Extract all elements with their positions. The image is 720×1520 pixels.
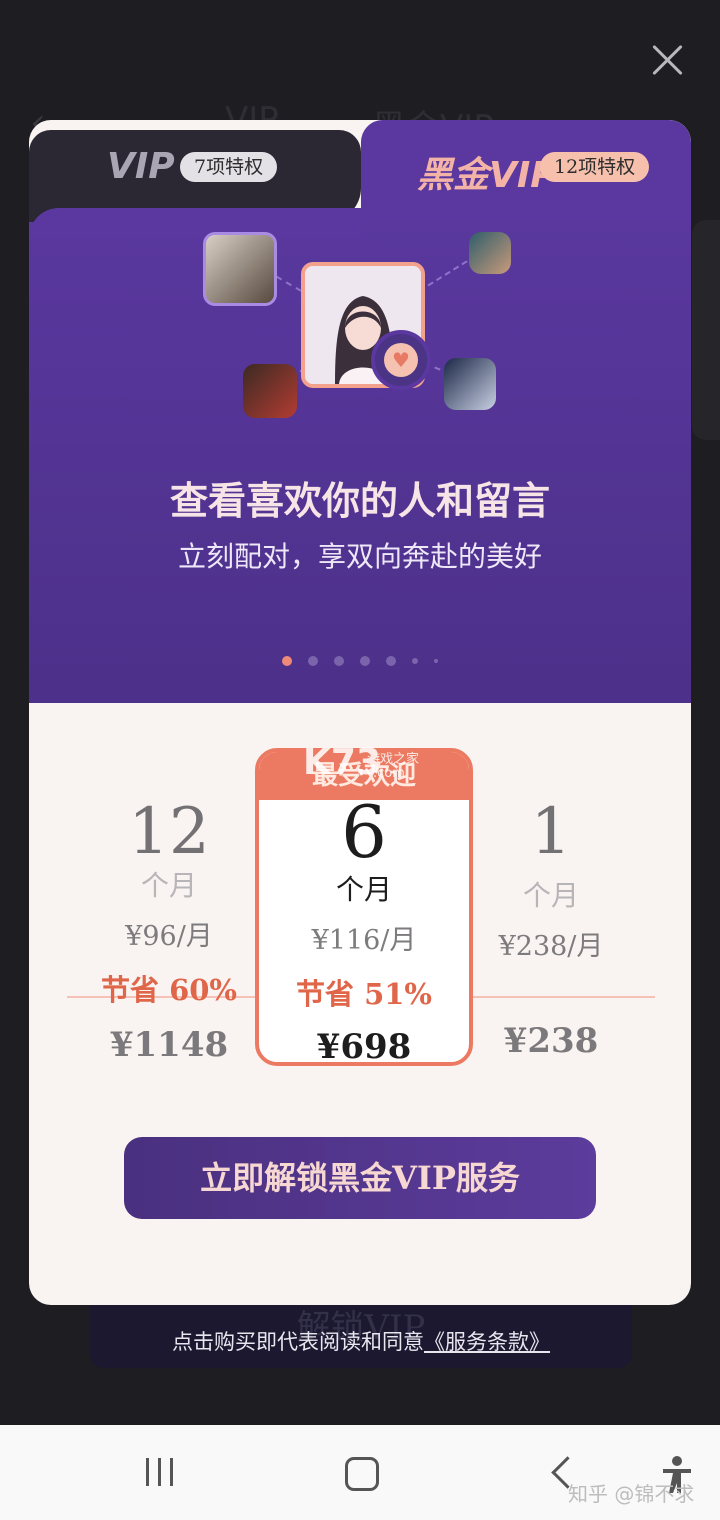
blurred-avatar — [243, 364, 297, 418]
tab-black-gold-label: 黑金VIP — [417, 155, 557, 196]
plan-12-months[interactable]: 12 个月 ¥96/月 节省 60% ¥1148 — [79, 800, 259, 1065]
pagination-dot[interactable] — [360, 655, 370, 666]
home-icon[interactable] — [345, 1457, 379, 1491]
unlock-vip-button[interactable]: 立即解锁黑金VIP服务 — [124, 1137, 596, 1219]
carousel-pagination[interactable] — [29, 650, 691, 669]
carousel-area-corner — [29, 208, 361, 238]
plan-per-month: ¥238/月 — [498, 931, 604, 962]
plan-unit: 个月 — [140, 869, 197, 902]
plan-savings: 节省 51% — [295, 977, 432, 1011]
blurred-avatar — [203, 232, 277, 306]
plan-total: ¥238 — [503, 1021, 599, 1061]
plan-6-months[interactable]: 最受欢迎 6 个月 ¥116/月 节省 51% ¥698 — [255, 748, 473, 1066]
tab-black-gold-vip[interactable]: 黑金VIP 12项特权 — [361, 120, 691, 220]
plan-unit: 个月 — [522, 879, 579, 912]
blurred-avatar — [444, 358, 496, 410]
plan-unit: 个月 — [335, 873, 392, 906]
zhihu-watermark: 知乎 @锦不求 — [568, 1482, 695, 1506]
heart-icon: ♥ — [384, 343, 418, 377]
carousel-subline: 立刻配对，享双向奔赴的美好 — [177, 540, 542, 573]
like-badge: ♥ — [371, 330, 431, 390]
tab-black-gold-badge: 12项特权 — [540, 152, 650, 182]
k73-watermark: K73 游戏之家 .com — [303, 742, 419, 783]
pagination-dot[interactable] — [334, 655, 344, 666]
plan-count: 1 — [530, 795, 572, 869]
recents-icon[interactable] — [146, 1458, 176, 1486]
terms-link[interactable]: 《服务条款》 — [424, 1330, 550, 1354]
plan-1-month[interactable]: 1 个月 ¥238/月 ¥238 — [461, 800, 641, 1061]
blurred-avatar — [469, 232, 511, 274]
pagination-dot[interactable] — [308, 655, 318, 666]
plan-count: 6 — [341, 790, 387, 874]
plan-per-month: ¥116/月 — [311, 925, 417, 956]
plan-savings: 节省 60% — [100, 973, 237, 1007]
terms-notice: 点击购买即代表阅读和同意《服务条款》 — [90, 1326, 632, 1356]
tab-vip-label: VIP — [107, 146, 175, 187]
pagination-dot[interactable] — [282, 655, 292, 666]
tab-vip-badge: 7项特权 — [180, 152, 278, 182]
pagination-dot[interactable] — [434, 658, 438, 663]
plan-6-months-details: 6 个月 ¥116/月 节省 51% ¥698 — [259, 790, 469, 1066]
terms-text: 点击购买即代表阅读和同意 — [172, 1330, 424, 1354]
plan-per-month: ¥96/月 — [125, 921, 213, 952]
plan-total: ¥1148 — [109, 1025, 229, 1065]
background-side-panel — [692, 220, 720, 440]
pagination-dot[interactable] — [412, 657, 418, 664]
watermark-dotcom: .com — [373, 766, 405, 781]
close-icon[interactable] — [646, 38, 690, 82]
vip-modal: 黑金VIP 12项特权 VIP 7项特权 ♥ 查看喜欢你的人和留言 立刻配对，享… — [29, 120, 691, 1305]
carousel-headline: 查看喜欢你的人和留言 — [169, 478, 550, 523]
watermark-sub: 游戏之家 — [367, 752, 420, 767]
plan-total: ¥698 — [316, 1027, 412, 1066]
plan-count: 12 — [128, 795, 210, 869]
pagination-dot[interactable] — [386, 655, 396, 666]
